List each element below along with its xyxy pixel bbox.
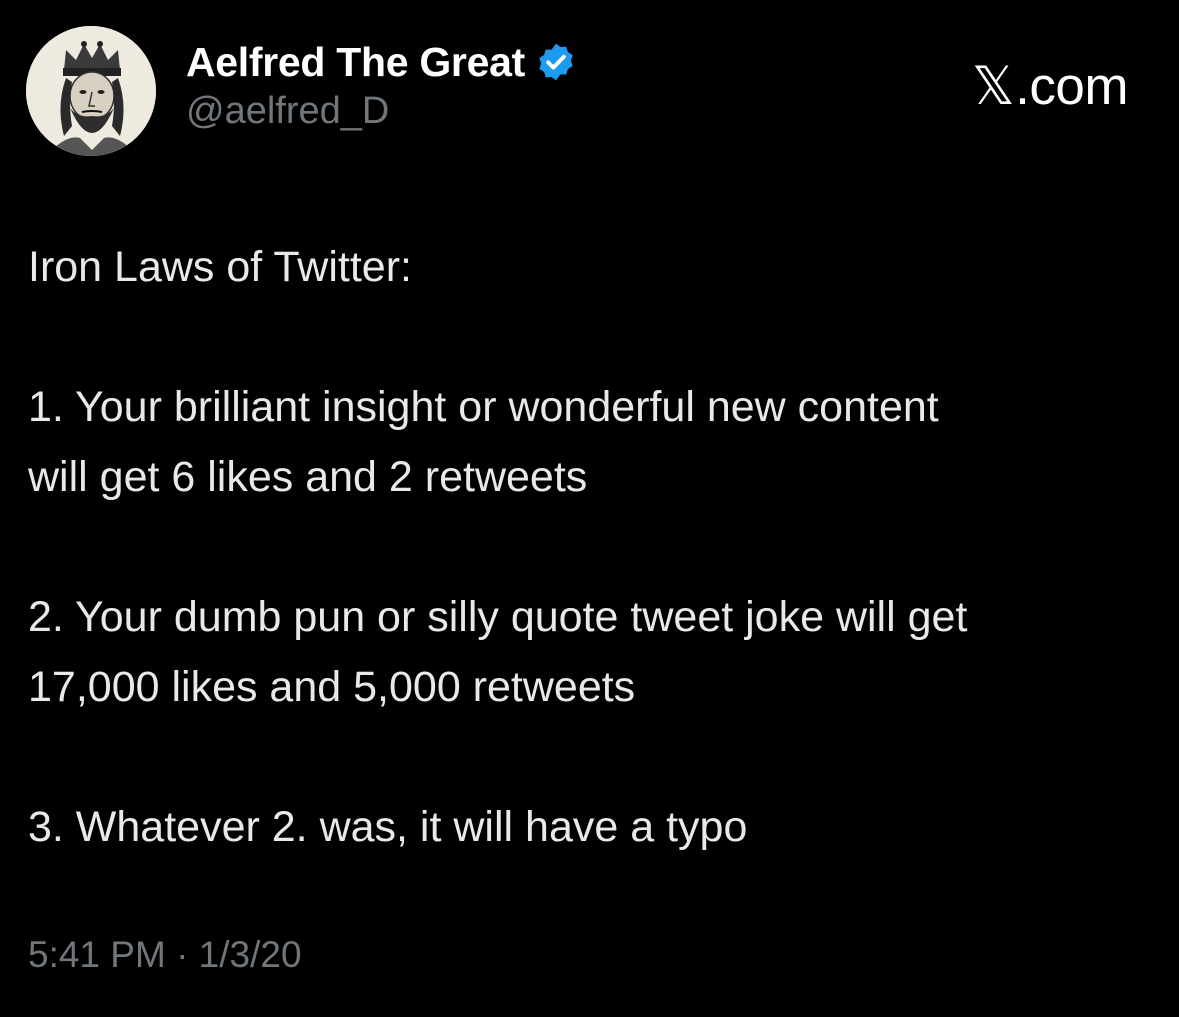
tweet-heading: Iron Laws of Twitter:	[28, 243, 412, 291]
x-logo-icon: 𝕏	[971, 56, 1015, 117]
law-1-line-1: 1. Your brilliant insight or wonderful n…	[28, 383, 939, 431]
author-display-name[interactable]: Aelfred The Great	[186, 39, 525, 86]
brand-domain-label: .com	[1015, 57, 1128, 116]
law-3-line-1: 3. Whatever 2. was, it will have a typo	[28, 803, 748, 851]
king-portrait-icon	[26, 26, 156, 156]
tweet-body: Iron Laws of Twitter: 1. Your brilliant …	[28, 232, 1158, 862]
x-com-logo: 𝕏.com	[971, 56, 1129, 117]
avatar[interactable]	[26, 26, 156, 156]
verified-badge-icon	[539, 43, 573, 81]
author-handle[interactable]: @aelfred_D	[186, 90, 577, 133]
tweet-header: Aelfred The Great @aelfred_D 𝕏.com	[26, 26, 1153, 156]
author-identity: Aelfred The Great @aelfred_D	[186, 38, 577, 133]
name-row: Aelfred The Great	[186, 38, 577, 86]
law-2-line-1: 2. Your dumb pun or silly quote tweet jo…	[28, 593, 968, 641]
law-2-line-2: 17,000 likes and 5,000 retweets	[28, 663, 636, 711]
tweet-timestamp[interactable]: 5:41 PM · 1/3/20	[28, 934, 302, 976]
law-1-line-2: will get 6 likes and 2 retweets	[28, 453, 588, 501]
